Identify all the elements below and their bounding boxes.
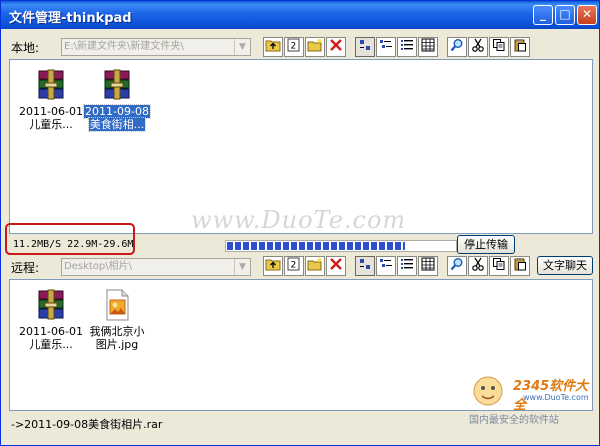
file-date: 2011-09-08 bbox=[83, 104, 151, 119]
transfer-progress-fill bbox=[227, 242, 405, 250]
small-icons-view-icon[interactable] bbox=[355, 37, 375, 57]
delete-icon[interactable] bbox=[326, 37, 346, 57]
paste-icon[interactable] bbox=[510, 37, 530, 57]
current-transfer-status: ->2011-09-08美食街相片.rar bbox=[11, 418, 163, 431]
list-item[interactable]: 2011-06-01 儿童乐... bbox=[18, 288, 84, 351]
file-name-line1: 我俩北京小 bbox=[89, 325, 145, 338]
chevron-down-icon[interactable]: ▼ bbox=[234, 259, 250, 275]
folder-up-icon[interactable] bbox=[263, 256, 283, 276]
new-folder-icon[interactable]: 2 bbox=[284, 37, 304, 57]
open-folder-icon[interactable] bbox=[305, 256, 325, 276]
minimize-button[interactable]: _ bbox=[533, 5, 553, 25]
list-item[interactable]: 我俩北京小 图片.jpg bbox=[84, 288, 150, 351]
cut-icon[interactable] bbox=[468, 37, 488, 57]
file-name: 儿童乐... bbox=[29, 118, 73, 131]
small-icons-view-icon[interactable] bbox=[355, 256, 375, 276]
file-name-line2: 图片.jpg bbox=[95, 338, 139, 351]
mascot-icon bbox=[473, 376, 503, 406]
remote-label: 远程: bbox=[11, 261, 40, 275]
list-view-icon[interactable] bbox=[376, 37, 396, 57]
details-view-icon[interactable] bbox=[397, 37, 417, 57]
svg-text:2: 2 bbox=[291, 261, 297, 271]
paste-icon[interactable] bbox=[510, 256, 530, 276]
delete-icon[interactable] bbox=[326, 256, 346, 276]
cut-icon[interactable] bbox=[468, 256, 488, 276]
open-folder-icon[interactable] bbox=[305, 37, 325, 57]
brand-url: www.DuoTe.com bbox=[523, 393, 589, 402]
local-path-combo[interactable]: E:\新建文件夹\新建文件夹\ ▼ bbox=[61, 38, 251, 56]
remote-path-combo[interactable]: Desktop\相片\ ▼ bbox=[61, 258, 251, 276]
chevron-down-icon[interactable]: ▼ bbox=[234, 39, 250, 55]
svg-text:2: 2 bbox=[291, 42, 297, 52]
folder-up-icon[interactable] bbox=[263, 37, 283, 57]
file-date: 2011-06-01 bbox=[19, 325, 83, 338]
remote-path-value: Desktop\相片\ bbox=[64, 261, 132, 272]
local-path-value: E:\新建文件夹\新建文件夹\ bbox=[64, 41, 184, 52]
jpg-image-icon bbox=[106, 289, 129, 321]
site-watermark: www.DuoTe.com bbox=[191, 206, 407, 234]
find-icon[interactable] bbox=[447, 256, 467, 276]
title-bar[interactable]: 文件管理-thinkpad _ □ ✕ bbox=[1, 1, 599, 29]
file-date: 2011-06-01 bbox=[19, 105, 83, 118]
file-manager-window: 文件管理-thinkpad _ □ ✕ 本地: E:\新建文件夹\新建文件夹\ … bbox=[0, 0, 600, 446]
close-button[interactable]: ✕ bbox=[577, 5, 597, 25]
file-name: 美食街相... bbox=[87, 117, 147, 132]
local-label: 本地: bbox=[11, 41, 40, 55]
winrar-archive-icon bbox=[38, 289, 64, 320]
winrar-archive-icon bbox=[38, 69, 64, 100]
find-icon[interactable] bbox=[447, 37, 467, 57]
file-name: 儿童乐... bbox=[29, 338, 73, 351]
list-item[interactable]: 2011-09-08 美食街相... bbox=[83, 68, 151, 132]
report-view-icon[interactable] bbox=[418, 37, 438, 57]
list-view-icon[interactable] bbox=[376, 256, 396, 276]
text-chat-button[interactable]: 文字聊天 bbox=[537, 256, 593, 275]
copy-icon[interactable] bbox=[489, 256, 509, 276]
window-title: 文件管理-thinkpad bbox=[9, 11, 132, 26]
speed-highlight-annotation bbox=[5, 223, 135, 255]
maximize-button[interactable]: □ bbox=[555, 5, 575, 25]
copy-icon[interactable] bbox=[489, 37, 509, 57]
report-view-icon[interactable] bbox=[418, 256, 438, 276]
list-item[interactable]: 2011-06-01 儿童乐... bbox=[18, 68, 84, 131]
stop-transfer-button[interactable]: 停止传输 bbox=[457, 235, 515, 254]
details-view-icon[interactable] bbox=[397, 256, 417, 276]
transfer-progress-bar bbox=[225, 240, 457, 252]
new-folder-icon[interactable]: 2 bbox=[284, 256, 304, 276]
winrar-archive-icon bbox=[104, 69, 130, 100]
